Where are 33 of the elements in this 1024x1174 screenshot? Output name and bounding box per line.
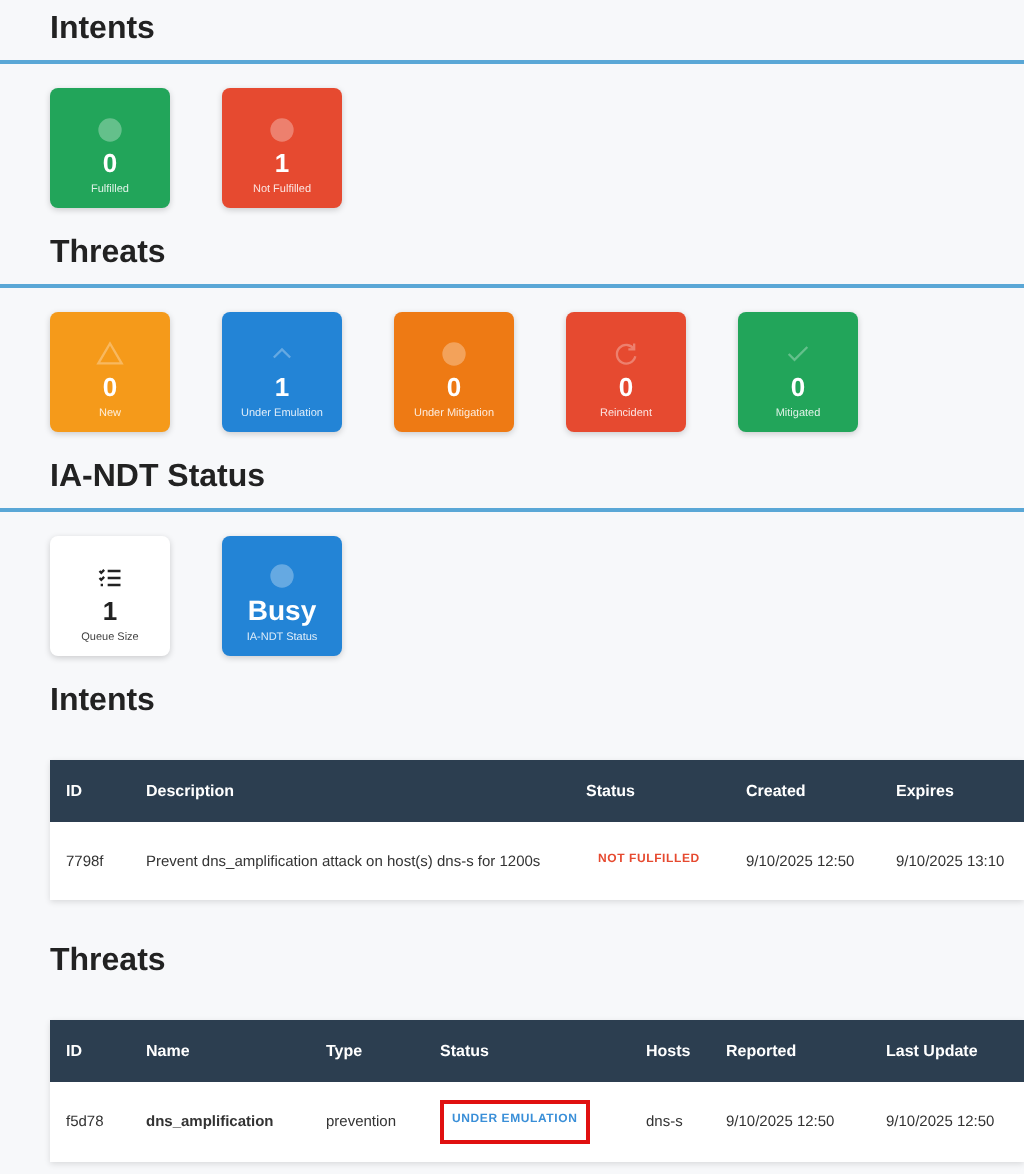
column-header: ID	[50, 760, 130, 822]
circle-icon	[96, 115, 124, 144]
section-title: Intents	[50, 684, 157, 722]
section-title: Intents	[50, 12, 157, 50]
stat-value: 0	[102, 371, 118, 402]
column-header: Status	[424, 1020, 630, 1083]
column-header: Description	[130, 760, 570, 822]
stat-value: 0	[102, 147, 118, 178]
list-icon	[96, 563, 124, 592]
section-title: IA-NDT Status	[50, 460, 268, 498]
status-value: Busy	[247, 593, 317, 626]
column-header: Type	[310, 1020, 424, 1083]
stat-value: 0	[618, 371, 634, 402]
stat-value: 0	[790, 371, 806, 402]
warning-icon	[96, 339, 124, 368]
column-header: Reported	[710, 1020, 870, 1083]
section-title: Threats	[50, 236, 168, 274]
column-header: Created	[730, 760, 880, 822]
circle-icon	[440, 339, 468, 368]
column-header: Status	[570, 760, 730, 822]
column-header: Expires	[880, 760, 1024, 822]
column-header: ID	[50, 1020, 130, 1083]
stat-value: 1	[274, 371, 290, 402]
redo-icon	[612, 339, 640, 368]
status-value: 1	[102, 595, 118, 626]
circle-icon	[268, 115, 296, 144]
column-header: Hosts	[630, 1020, 710, 1083]
stat-value: 1	[274, 147, 290, 178]
column-header: Last Update	[870, 1020, 1024, 1083]
section-title: Threats	[50, 944, 168, 983]
circle-icon	[268, 561, 296, 590]
stat-value: 0	[446, 371, 462, 402]
column-header: Name	[130, 1020, 310, 1083]
